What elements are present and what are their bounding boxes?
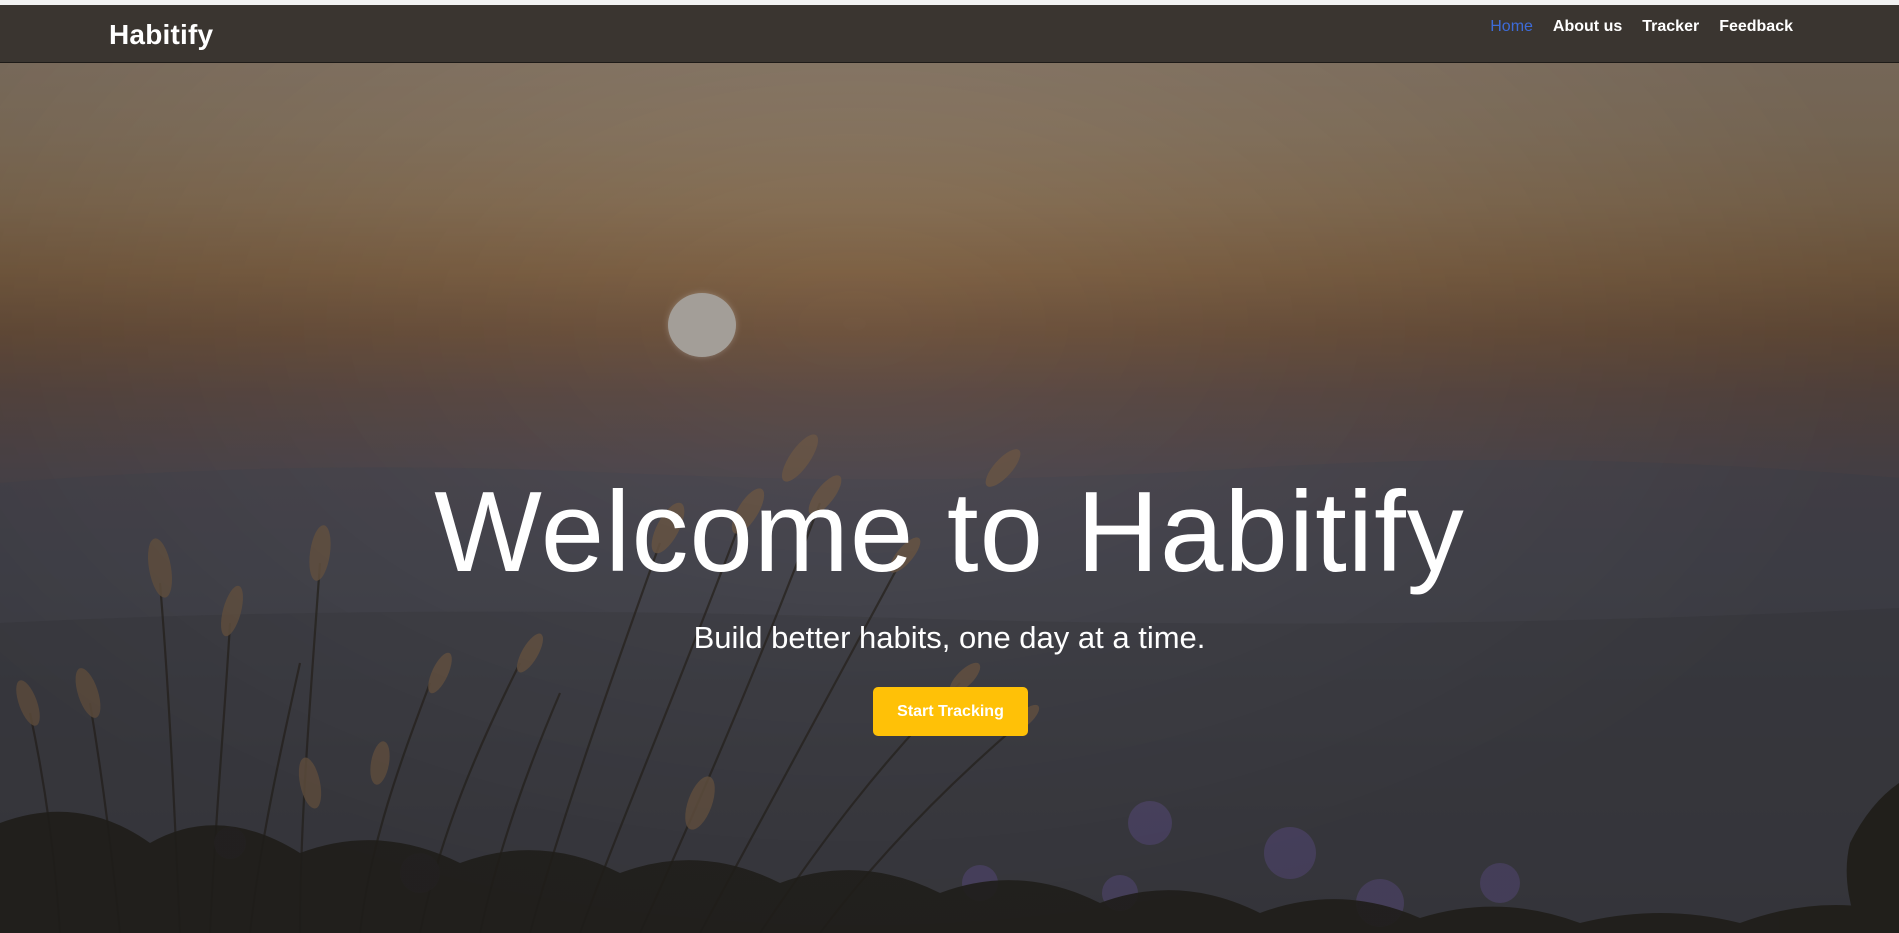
hero-title: Welcome to Habitify (434, 469, 1465, 596)
nav-links: Home About us Tracker Feedback (1490, 18, 1793, 36)
brand-logo[interactable]: Habitify (109, 19, 213, 51)
nav-link-tracker[interactable]: Tracker (1642, 18, 1699, 36)
nav-link-about-us[interactable]: About us (1553, 18, 1622, 36)
start-tracking-button[interactable]: Start Tracking (873, 687, 1028, 736)
sun-circle (668, 293, 736, 357)
nav-link-feedback[interactable]: Feedback (1719, 18, 1793, 36)
navbar: Habitify Home About us Tracker Feedback (0, 5, 1899, 63)
hero-section: Welcome to Habitify Build better habits,… (0, 63, 1899, 933)
hero-subtitle: Build better habits, one day at a time. (693, 620, 1206, 655)
nav-link-home[interactable]: Home (1490, 18, 1533, 36)
